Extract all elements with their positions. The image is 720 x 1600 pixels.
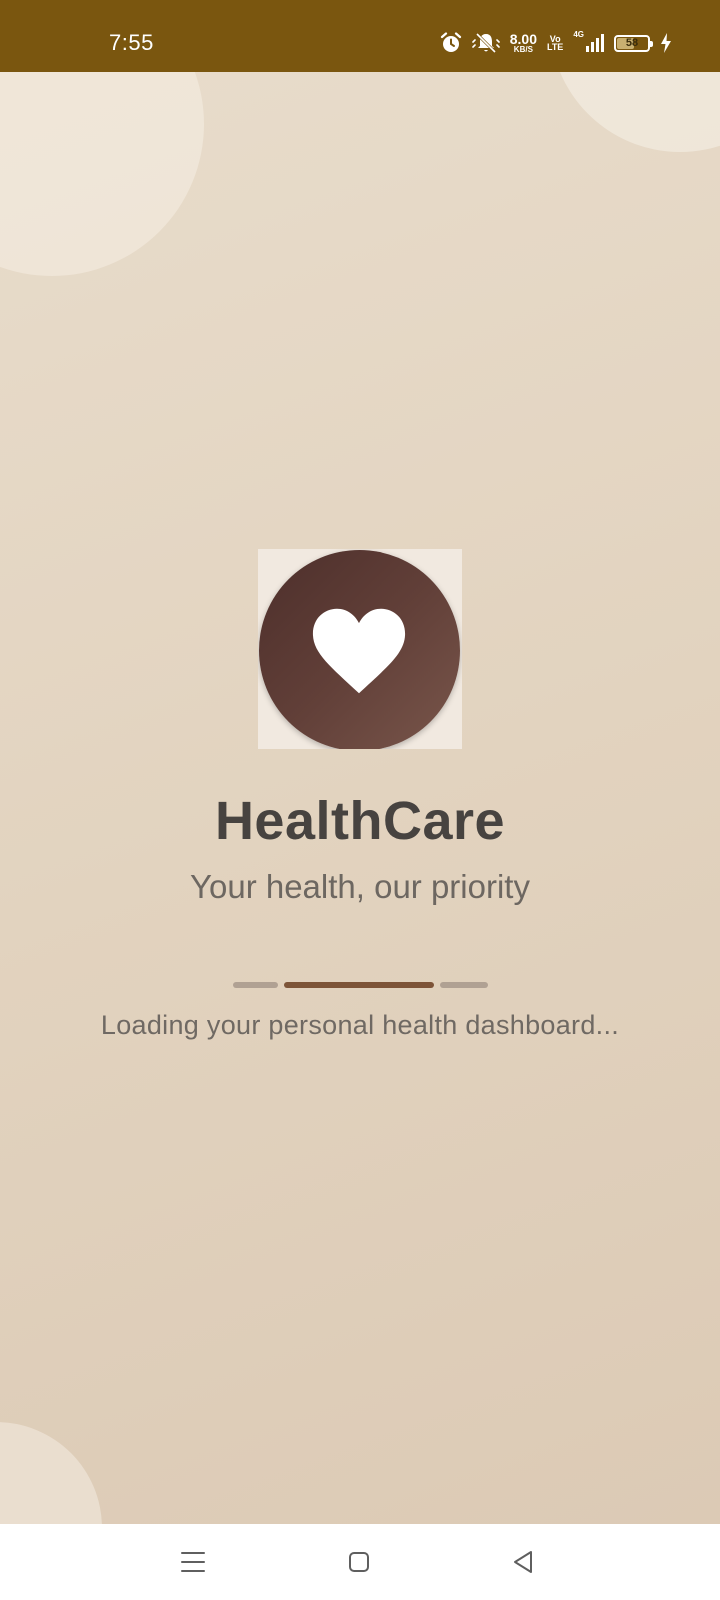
system-nav-bar: [0, 1524, 720, 1600]
battery-percent: 58: [625, 37, 639, 49]
loading-indicator-active-segment: [284, 982, 434, 988]
home-icon: [349, 1552, 369, 1572]
decorative-circle: [550, 72, 720, 152]
menu-icon: [181, 1552, 205, 1572]
app-title: HealthCare: [214, 791, 506, 851]
logo-circle: [259, 550, 460, 749]
signal-icon: [586, 34, 604, 52]
volte-bottom: LTE: [546, 42, 564, 52]
net-speed: 8.00 KB/S: [509, 31, 537, 54]
decorative-circle: [0, 72, 204, 276]
status-icons: 8.00 KB/S Vo LTE 4G 58: [440, 30, 672, 56]
network-type: 4G: [573, 30, 584, 39]
loading-indicator-segment: [440, 982, 488, 988]
alarm-icon: [440, 32, 461, 52]
status-time: 7:55: [109, 30, 154, 55]
decorative-circle: [0, 1422, 102, 1524]
back-icon: [514, 1551, 532, 1573]
back-button[interactable]: [503, 1542, 543, 1582]
charging-icon: [661, 33, 671, 53]
battery-icon: 58: [614, 34, 653, 52]
heart-icon: [312, 608, 406, 694]
loading-indicator-segment: [233, 982, 278, 988]
recent-apps-button[interactable]: [173, 1542, 213, 1582]
net-speed-value: 8.00: [509, 31, 537, 48]
loading-message: Loading your personal health dashboard..…: [100, 1010, 620, 1040]
mute-icon: [471, 32, 500, 54]
home-button[interactable]: [339, 1542, 379, 1582]
volte-indicator: Vo LTE: [546, 34, 564, 52]
splash-screen: HealthCare Your health, our priority Loa…: [0, 72, 720, 1524]
app-tagline: Your health, our priority: [190, 868, 530, 905]
status-bar: 7:55 8.00 KB/S Vo LTE 4G 58: [0, 0, 720, 72]
app-logo: [258, 549, 462, 749]
net-speed-unit: KB/S: [513, 44, 533, 54]
